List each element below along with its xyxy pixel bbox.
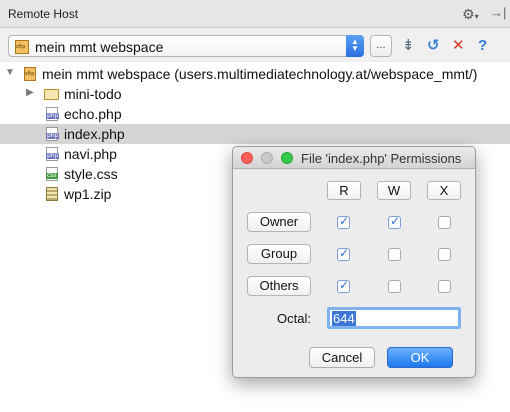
checkbox-group-write[interactable] <box>388 248 401 261</box>
row-button-others[interactable]: Others <box>247 276 311 296</box>
php-file-icon <box>46 107 60 121</box>
column-header-execute[interactable]: X <box>427 181 461 200</box>
zip-file-icon <box>46 187 58 201</box>
permissions-dialog: File 'index.php' Permissions R W X Owner… <box>232 146 476 378</box>
checkbox-group-execute[interactable] <box>438 248 451 261</box>
row-button-group[interactable]: Group <box>247 244 311 264</box>
dialog-title: File 'index.php' Permissions <box>301 151 462 166</box>
help-icon[interactable]: ? <box>478 37 487 55</box>
collapse-all-icon[interactable]: ⇟ <box>402 37 415 55</box>
php-file-icon <box>46 147 60 161</box>
checkbox-others-write[interactable] <box>388 280 401 293</box>
row-button-owner[interactable]: Owner <box>247 212 311 232</box>
close-window-icon[interactable] <box>241 152 253 164</box>
panel-title: Remote Host <box>8 7 79 21</box>
ok-button[interactable]: OK <box>387 347 453 368</box>
sftp-server-icon <box>15 40 29 54</box>
tree-item-label: index.php <box>64 126 125 142</box>
checkbox-owner-execute[interactable] <box>438 216 451 229</box>
sync-icon[interactable]: ↺ <box>427 37 440 55</box>
checkbox-owner-write[interactable] <box>388 214 401 229</box>
more-button[interactable]: ... <box>370 35 392 57</box>
sftp-server-icon <box>24 67 36 81</box>
checkbox-others-execute[interactable] <box>438 280 451 293</box>
octal-label: Octal: <box>277 311 311 326</box>
tree-item-label: wp1.zip <box>64 186 112 202</box>
php-file-icon <box>46 127 60 141</box>
dialog-titlebar[interactable]: File 'index.php' Permissions <box>233 147 475 169</box>
tree-item-label: mini-todo <box>64 86 122 102</box>
server-select-label: mein mmt webspace <box>35 39 164 55</box>
tree-item-label: style.css <box>64 166 118 182</box>
chevron-up-down-icon[interactable]: ▲ ▼ <box>346 35 364 57</box>
cancel-button[interactable]: Cancel <box>309 347 375 368</box>
column-header-read[interactable]: R <box>327 181 361 200</box>
octal-input[interactable]: 644 <box>327 307 461 329</box>
minimize-window-icon <box>261 152 273 164</box>
tree-item-echo-php[interactable]: echo.php <box>0 104 510 124</box>
server-select[interactable]: mein mmt webspace ▲▼ <box>8 35 364 57</box>
toolbar: mein mmt webspace ▲▼ ... ⇟ ↺ ✕ ? <box>0 28 510 62</box>
tree-root[interactable]: ▼ mein mmt webspace (users.multimediatec… <box>0 64 510 84</box>
octal-value: 644 <box>332 311 356 326</box>
gear-icon[interactable]: ⚙▾ <box>462 6 479 23</box>
panel-header: Remote Host ⚙▾ →| <box>0 0 510 28</box>
tree-root-label: mein mmt webspace (users.multimediatechn… <box>42 66 478 82</box>
zoom-window-icon[interactable] <box>281 152 293 164</box>
column-header-write[interactable]: W <box>377 181 411 200</box>
checkbox-group-read[interactable] <box>337 246 350 261</box>
expanded-arrow-icon[interactable]: ▼ <box>5 67 15 78</box>
folder-icon <box>44 89 59 100</box>
css-file-icon <box>46 167 58 181</box>
delete-icon[interactable]: ✕ <box>452 37 465 55</box>
checkbox-owner-read[interactable] <box>337 214 350 229</box>
tree-item-label: echo.php <box>64 106 122 122</box>
tree-item-label: navi.php <box>64 146 117 162</box>
collapsed-arrow-icon[interactable]: ▶ <box>26 87 34 98</box>
tree-item-mini-todo[interactable]: ▶ mini-todo <box>0 84 510 104</box>
hide-panel-icon[interactable]: →| <box>490 5 506 20</box>
checkbox-others-read[interactable] <box>337 278 350 293</box>
tree-item-index-php[interactable]: index.php <box>0 124 510 144</box>
